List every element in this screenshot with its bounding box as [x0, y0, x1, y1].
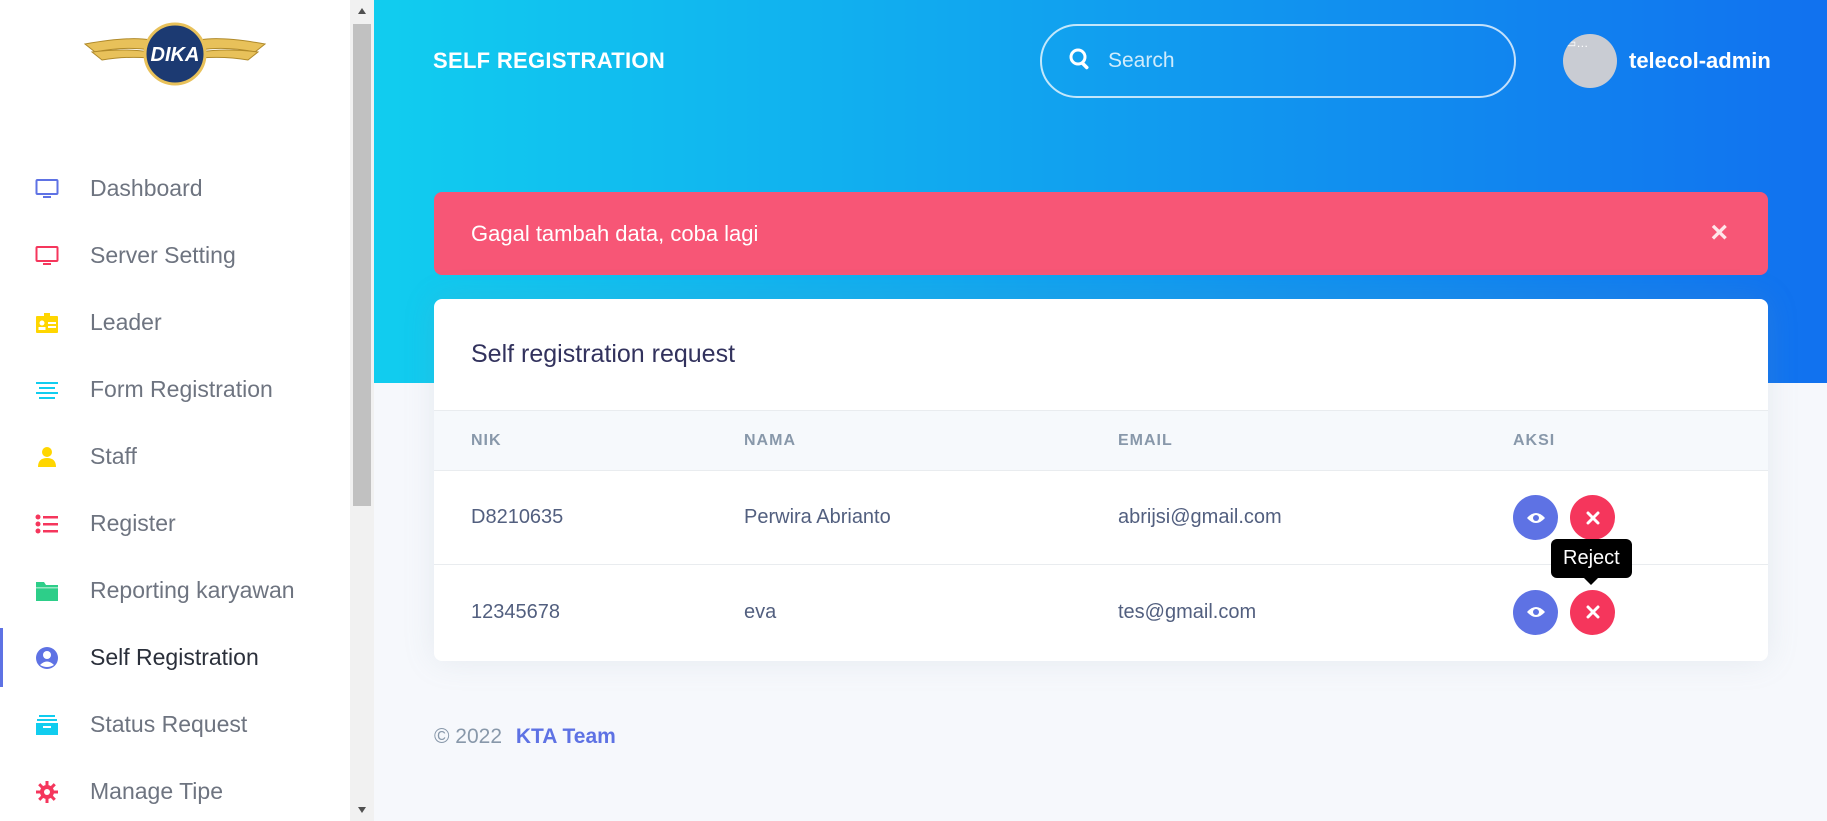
- sidebar-item-server-setting[interactable]: Server Setting: [0, 222, 350, 289]
- column-header-nik: NIK: [471, 431, 502, 449]
- cell-nik: D8210635: [471, 506, 564, 528]
- user-circle-icon: [34, 645, 60, 671]
- scrollbar-thumb[interactable]: [353, 24, 371, 506]
- footer-team-link[interactable]: KTA Team: [516, 725, 616, 748]
- card-title: Self registration request: [471, 340, 736, 368]
- cell-nik: 12345678: [471, 600, 560, 623]
- cell-email: abrijsi@gmail.com: [1118, 506, 1282, 528]
- sidebar-item-reporting-karyawan[interactable]: Reporting karyawan: [0, 557, 350, 624]
- registration-card: Self registration request NIK NAMA EMAIL…: [434, 299, 1768, 661]
- sidebar-item-label: Leader: [90, 309, 162, 335]
- scroll-up-arrow-icon[interactable]: [350, 0, 374, 22]
- sidebar-item-label: Server Setting: [90, 242, 236, 268]
- gear-icon: [34, 779, 60, 805]
- cell-email: tes@gmail.com: [1118, 600, 1257, 623]
- list-icon: [34, 511, 60, 537]
- reject-button[interactable]: [1570, 495, 1615, 540]
- search-input[interactable]: [1108, 49, 1488, 73]
- error-alert: Gagal tambah data, coba lagi ×: [434, 192, 1768, 275]
- monitor-icon: [34, 176, 60, 202]
- cell-nama: Perwira Abrianto: [744, 506, 891, 528]
- scroll-down-arrow-icon[interactable]: [350, 799, 374, 821]
- alert-message: Gagal tambah data, coba lagi: [471, 220, 759, 246]
- view-button[interactable]: [1513, 495, 1558, 540]
- view-button[interactable]: [1513, 589, 1558, 635]
- sidebar-item-label: Status Request: [90, 711, 248, 737]
- table-row: 12345678 eva tes@gmail.com: [434, 565, 1768, 659]
- sidebar-item-leader[interactable]: Leader: [0, 289, 350, 356]
- monitor-icon: [34, 243, 60, 269]
- copyright-text: © 2022: [434, 725, 503, 748]
- column-header-email: EMAIL: [1118, 431, 1173, 449]
- logo-text: DIKA: [151, 44, 200, 66]
- reject-button[interactable]: [1570, 589, 1615, 635]
- align-center-icon: [34, 377, 60, 403]
- sidebar-nav: Dashboard Server Setting Leader Form Reg…: [0, 155, 350, 821]
- sidebar-item-self-registration[interactable]: Self Registration: [0, 624, 350, 691]
- table-header: NIK NAMA EMAIL AKSI: [434, 411, 1768, 471]
- close-icon: [1586, 605, 1599, 619]
- column-header-aksi: AKSI: [1513, 431, 1556, 449]
- sidebar-scrollbar[interactable]: [350, 0, 374, 821]
- search-bar[interactable]: [1040, 24, 1516, 98]
- close-icon: [1586, 511, 1599, 524]
- sidebar-item-label: Form Registration: [90, 376, 273, 402]
- sidebar-item-label: Dashboard: [90, 175, 203, 201]
- id-card-icon: [34, 310, 60, 336]
- row-actions: [1513, 589, 1627, 635]
- sidebar-item-staff[interactable]: Staff: [0, 423, 350, 490]
- sidebar-item-label: Reporting karyawan: [90, 577, 295, 603]
- eye-icon: [1526, 607, 1545, 617]
- card-header: Self registration request: [434, 299, 1768, 411]
- search-icon: [1068, 47, 1092, 76]
- eye-icon: [1526, 512, 1545, 523]
- archive-icon: [34, 712, 60, 738]
- sidebar-item-manage-tipe[interactable]: Manage Tipe: [0, 758, 350, 821]
- column-header-nama: NAMA: [744, 431, 796, 449]
- page-title: SELF REGISTRATION: [433, 48, 666, 73]
- reject-tooltip: Reject: [1551, 539, 1632, 585]
- dika-logo[interactable]: DIKA: [80, 22, 270, 86]
- sidebar-item-form-registration[interactable]: Form Registration: [0, 356, 350, 423]
- broken-image-icon: ▭…: [1565, 36, 1589, 50]
- folder-icon: [34, 578, 60, 604]
- cell-nama: eva: [744, 600, 777, 623]
- sidebar: DIKA Dashboard Server Setting Leader For…: [0, 0, 350, 821]
- user-menu[interactable]: ▭… telecol-admin: [1563, 34, 1771, 88]
- sidebar-item-label: Register: [90, 510, 176, 536]
- footer: © 2022 KTA Team: [434, 725, 616, 749]
- sidebar-item-label: Self Registration: [90, 644, 259, 670]
- sidebar-item-dashboard[interactable]: Dashboard: [0, 155, 350, 222]
- user-icon: [34, 444, 60, 470]
- sidebar-item-label: Manage Tipe: [90, 778, 223, 804]
- sidebar-item-status-request[interactable]: Status Request: [0, 691, 350, 758]
- sidebar-item-register[interactable]: Register: [0, 490, 350, 557]
- username[interactable]: telecol-admin: [1629, 48, 1771, 74]
- close-icon[interactable]: ×: [1710, 216, 1728, 250]
- sidebar-item-label: Staff: [90, 443, 137, 469]
- avatar[interactable]: ▭…: [1563, 34, 1617, 88]
- row-actions: [1513, 495, 1627, 540]
